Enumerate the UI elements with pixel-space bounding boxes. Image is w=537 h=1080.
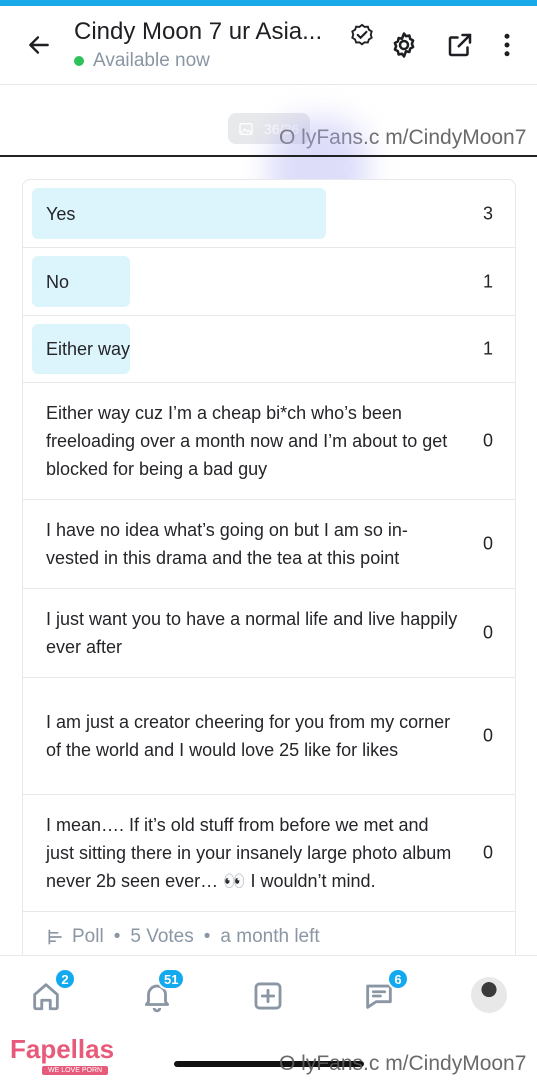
- separator-dot: •: [203, 926, 211, 947]
- poll-option[interactable]: I am just a creator cheering for you fro…: [23, 678, 515, 795]
- poll-option-label: Yes: [46, 203, 76, 224]
- poll-option-label: No: [46, 271, 70, 292]
- poll-option-label: I just want you to have a normal life an…: [46, 609, 458, 657]
- poll-type: Poll: [72, 926, 104, 947]
- site-logo: Fapellas: [10, 1034, 115, 1064]
- poll-option-label: Either way cuz I’m a cheap bi*ch who’s b…: [46, 403, 448, 479]
- poll-option[interactable]: Either way 1: [23, 316, 515, 383]
- nav-messages[interactable]: 6: [357, 968, 409, 1018]
- availability-text: Available now: [93, 50, 210, 71]
- separator-dot: •: [113, 926, 121, 947]
- media-divider: [0, 155, 537, 157]
- poll-option-count: 0: [482, 430, 493, 451]
- arrow-left-icon: [29, 36, 49, 54]
- online-dot: [74, 56, 84, 66]
- poll-option[interactable]: I just want you to have a normal life an…: [23, 589, 515, 678]
- nav-notifications[interactable]: 51: [135, 968, 186, 1018]
- chat-header: Cindy Moon 7 ur Asia... Available now: [0, 6, 537, 85]
- add-square-icon: [254, 982, 282, 1010]
- share-icon: [448, 33, 472, 57]
- poll-option-label: I have no idea what’s going on but I am …: [46, 520, 408, 568]
- availability-status: Available now: [74, 50, 210, 72]
- nav-profile-avatar[interactable]: [471, 977, 507, 1013]
- image-icon: [239, 122, 253, 135]
- poll-option-count: 1: [482, 338, 493, 359]
- poll-time-left: a month left: [220, 926, 320, 947]
- poll-votes-total: 5 Votes: [130, 926, 194, 947]
- more-vertical-icon: [504, 33, 510, 57]
- chat-title[interactable]: Cindy Moon 7 ur Asia...: [74, 18, 322, 46]
- poll-option-label: Either way: [46, 339, 131, 359]
- messages-badge: 6: [387, 968, 409, 990]
- nav-add-post[interactable]: [246, 974, 290, 1018]
- poll-icon: [48, 929, 62, 945]
- poll-option-count: 0: [482, 533, 493, 554]
- poll-option[interactable]: I mean…. If it’s old stuff from before w…: [23, 795, 515, 912]
- poll-option[interactable]: Either way cuz I’m a cheap bi*ch who’s b…: [23, 383, 515, 500]
- share-button[interactable]: [443, 28, 477, 62]
- poll-option-count: 0: [482, 622, 493, 643]
- poll-option-count: 3: [482, 203, 493, 223]
- poll-card: Yes 3 No 1 Either way 1 Either way cuz I…: [22, 179, 516, 981]
- poll-option-count: 0: [482, 725, 493, 746]
- back-button[interactable]: [22, 28, 56, 62]
- settings-button[interactable]: [387, 28, 421, 62]
- more-options-button[interactable]: [490, 28, 524, 62]
- gear-icon: [393, 32, 415, 58]
- verified-icon: [348, 22, 376, 50]
- poll-option-label: I am just a creator cheering for you fro…: [46, 712, 451, 760]
- nav-home[interactable]: 2: [24, 968, 76, 1018]
- poll-option[interactable]: Yes 3: [23, 180, 515, 248]
- poll-option-count: 0: [482, 842, 493, 863]
- site-logo-tagline: WE LOVE PORN: [42, 1066, 109, 1075]
- watermark-bottom: O lyFans.c m/CindyMoon7: [279, 1052, 527, 1075]
- poll-option[interactable]: I have no idea what’s going on but I am …: [23, 500, 515, 589]
- poll-footer: Poll • 5 Votes • a month left: [46, 926, 320, 948]
- poll-option-count: 1: [482, 271, 493, 291]
- poll-option-label: I mean…. If it’s old stuff from before w…: [46, 815, 452, 891]
- notifications-badge: 51: [157, 968, 186, 990]
- home-badge: 2: [54, 968, 76, 990]
- poll-option[interactable]: No 1: [23, 248, 515, 316]
- bottom-nav: 2 51 6: [0, 955, 537, 1036]
